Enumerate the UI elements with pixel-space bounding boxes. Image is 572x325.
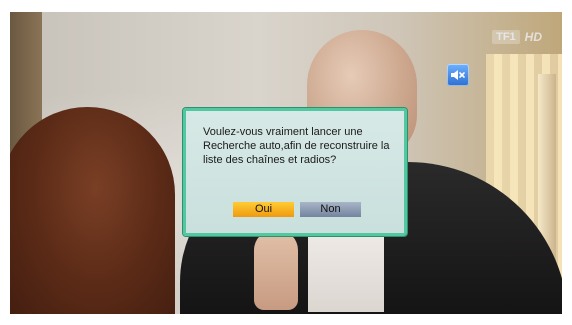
confirm-auto-search-dialog: Voulez-vous vraiment lancer une Recherch…: [183, 108, 407, 236]
oui-button[interactable]: Oui: [233, 202, 294, 217]
channel-logo-brand: TF1: [492, 30, 520, 44]
channel-logo: TF1 HD: [492, 30, 542, 44]
speaker-muted-icon: [447, 64, 469, 86]
speaker-muted-icon-glyph: [451, 70, 465, 80]
background-person-hand: [254, 230, 298, 310]
channel-logo-suffix: HD: [524, 30, 542, 44]
dialog-message: Voulez-vous vraiment lancer une Recherch…: [203, 126, 390, 166]
background-person-left: [10, 107, 175, 314]
non-button[interactable]: Non: [300, 202, 361, 217]
